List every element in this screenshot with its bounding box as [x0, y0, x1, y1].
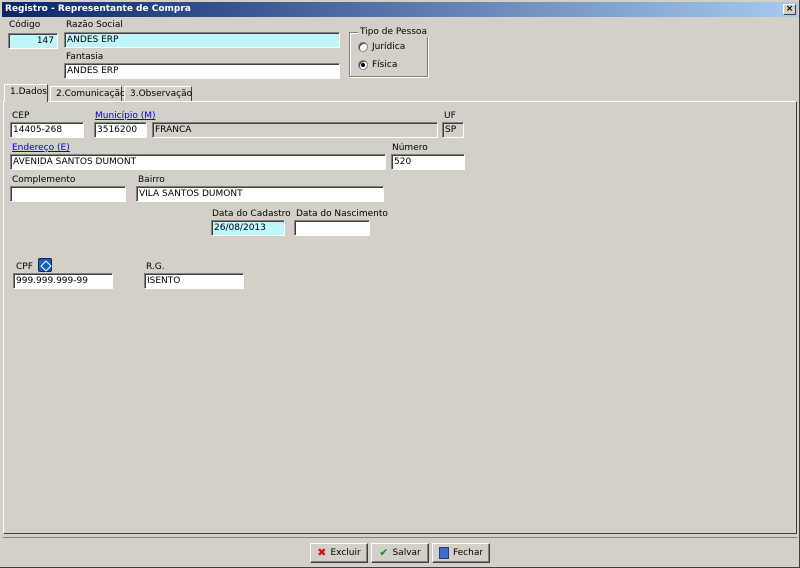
fantasia-label: Fantasia: [66, 52, 104, 62]
x-icon: ✖: [317, 546, 327, 559]
rg-label: R.G.: [146, 262, 165, 272]
close-button[interactable]: ×: [783, 4, 796, 15]
cep-field[interactable]: 14405-268: [10, 122, 84, 138]
radio-juridica[interactable]: [358, 42, 368, 52]
rg-field[interactable]: ISENTO: [144, 273, 244, 289]
cpf-field[interactable]: 999.999.999-99: [13, 273, 113, 289]
tab-dados-label: 1.Dados: [10, 87, 47, 97]
radio-fisica[interactable]: [358, 60, 368, 70]
bairro-label: Bairro: [138, 175, 165, 185]
check-icon: ✔: [379, 546, 389, 559]
title-bar: Registro - Representante de Compra ×: [2, 2, 798, 17]
codigo-label: Código: [9, 20, 41, 30]
complemento-field[interactable]: [10, 186, 126, 202]
numero-label: Número: [392, 143, 428, 153]
endereco-field[interactable]: AVENIDA SANTOS DUMONT: [10, 154, 386, 170]
uf-label: UF: [444, 111, 456, 121]
razao-social-label: Razão Social: [66, 20, 123, 30]
numero-field[interactable]: 520: [391, 154, 465, 170]
tab-comunicacao-label: 2.Comunicação: [56, 89, 126, 99]
cep-label: CEP: [12, 111, 30, 121]
data-cadastro-label: Data do Cadastro: [212, 209, 291, 219]
fechar-label: Fechar: [452, 548, 484, 558]
tab-observacao[interactable]: 3.Observação: [124, 86, 192, 101]
data-cadastro-field[interactable]: 26/08/2013: [211, 220, 285, 236]
document-validate-icon[interactable]: [38, 258, 52, 272]
tipo-pessoa-legend: Tipo de Pessoa: [358, 27, 429, 37]
bairro-field[interactable]: VILA SANTOS DUMONT: [136, 186, 384, 202]
complemento-label: Complemento: [12, 175, 76, 185]
salvar-label: Salvar: [392, 548, 421, 558]
registro-window: Registro - Representante de Compra × Cód…: [0, 0, 800, 568]
data-nascimento-field[interactable]: [294, 220, 370, 236]
close-icon: ×: [785, 4, 794, 14]
razao-social-field[interactable]: ANDES ERP: [64, 32, 340, 48]
municipio-code-field[interactable]: 3516200: [94, 122, 147, 138]
uf-field: SP: [442, 122, 464, 138]
door-exit-icon: [438, 547, 449, 559]
excluir-button[interactable]: ✖ Excluir: [310, 543, 368, 563]
window-title: Registro - Representante de Compra: [5, 4, 191, 14]
codigo-field[interactable]: 147: [8, 33, 58, 49]
excluir-label: Excluir: [330, 548, 361, 558]
radio-juridica-label[interactable]: Jurídica: [372, 42, 405, 52]
salvar-button[interactable]: ✔ Salvar: [371, 543, 429, 563]
radio-fisica-label[interactable]: Física: [372, 60, 397, 70]
municipio-link[interactable]: Município (M): [95, 111, 156, 121]
tab-comunicacao[interactable]: 2.Comunicação: [50, 86, 126, 101]
municipio-name-field: FRANCA: [152, 122, 438, 138]
tipo-pessoa-group: [349, 32, 428, 77]
data-nascimento-label: Data do Nascimento: [296, 209, 388, 219]
tab-observacao-label: 3.Observação: [130, 89, 193, 99]
cpf-label: CPF: [16, 262, 33, 272]
fechar-button[interactable]: Fechar: [432, 543, 490, 563]
endereco-link[interactable]: Endereço (E): [12, 143, 70, 153]
fantasia-field[interactable]: ANDES ERP: [64, 63, 340, 79]
tab-dados[interactable]: 1.Dados: [4, 84, 48, 102]
